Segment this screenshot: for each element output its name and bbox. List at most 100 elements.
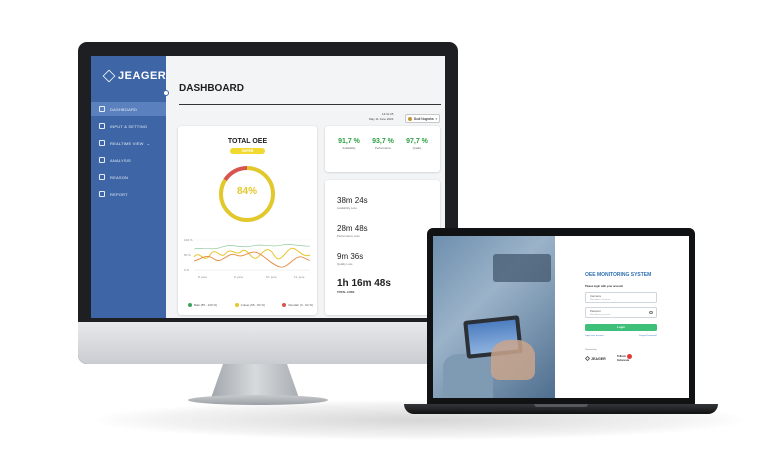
sidebar-nav: DASHBOARD INPUT & SETTING REALTIME VIEW … bbox=[91, 102, 166, 204]
legend-item-low: Rendah (0 - 64 %) bbox=[282, 303, 313, 307]
legend-item-fair: Cukup (65 - 84 %) bbox=[234, 303, 266, 307]
sidebar-item-realtime-view[interactable]: REALTIME VIEW ⌄ bbox=[91, 136, 166, 150]
user-name: Budi Nugraha bbox=[414, 116, 434, 121]
oee-metrics-card: 91,7 % Availability 93,7 % Performance 9… bbox=[325, 126, 440, 172]
settings-icon bbox=[99, 123, 105, 129]
availability-loss: 38m 24s Availability Loss bbox=[337, 196, 368, 210]
brand-logo[interactable]: JEAGER bbox=[102, 69, 167, 83]
legend-dot bbox=[188, 303, 192, 307]
password-placeholder: Masukkan password bbox=[590, 313, 610, 316]
login-subtitle: Please login with your account bbox=[585, 285, 624, 288]
bulb-icon bbox=[99, 157, 105, 163]
loss-label: Quality Loss bbox=[337, 261, 353, 266]
oee-trend-chart: 100 % 50 % 0 % 8. june 9. june 10. june … bbox=[184, 238, 311, 279]
trend-line-orange bbox=[193, 251, 311, 268]
login-screen: OEE MONITORING SYSTEM Please login with … bbox=[433, 236, 689, 398]
monitor-icon bbox=[99, 140, 105, 146]
dashboard-screen: JEAGER DASHBOARD INPUT & SETTING REALTIM… bbox=[91, 56, 445, 318]
datetime: 14:3x:25 May 11 June 2024 bbox=[369, 112, 393, 122]
loss-card: 38m 24s Availability Loss 28m 48s Perfor… bbox=[325, 180, 440, 315]
photo-hand bbox=[491, 340, 535, 380]
monitor-stand-neck bbox=[211, 364, 299, 398]
jeager-logo: JEAGER bbox=[585, 356, 606, 361]
oee-legend: Baik (85 - 100 %) Cukup (65 - 84 %) Rend… bbox=[188, 303, 313, 307]
oee-value: 84% bbox=[236, 186, 257, 197]
metric-label: Performance bbox=[374, 146, 391, 150]
title-divider bbox=[179, 104, 441, 105]
metric-value: 93,7 % bbox=[372, 138, 394, 145]
sidebar-collapse-toggle[interactable] bbox=[163, 90, 169, 96]
login-user-link[interactable]: Login user account bbox=[585, 335, 604, 337]
metric-label: Quality bbox=[412, 146, 422, 150]
monitor-chin bbox=[78, 322, 458, 364]
login-button[interactable]: Login bbox=[585, 324, 657, 331]
bar-chart-icon bbox=[99, 106, 105, 112]
jeager-logo-icon bbox=[102, 69, 116, 83]
metric-performance: 93,7 % Performance bbox=[365, 138, 401, 150]
photo-machine bbox=[493, 254, 551, 282]
oee-status-badge: SUPER bbox=[230, 148, 265, 154]
avatar bbox=[408, 116, 412, 121]
forgot-password-link[interactable]: Forgot Password? bbox=[639, 335, 657, 337]
login-panel: OEE MONITORING SYSTEM Please login with … bbox=[555, 236, 689, 398]
loss-value: 28m 48s bbox=[337, 224, 368, 233]
metric-value: 91,7 % bbox=[338, 138, 360, 145]
sidebar-item-label: DASHBOARD bbox=[110, 106, 138, 112]
loss-label: Performance Loss bbox=[337, 233, 360, 238]
powered-by-text: Powered by bbox=[585, 349, 597, 351]
sidebar-item-label: REALTIME VIEW bbox=[110, 140, 144, 146]
loss-value: 1h 16m 48s bbox=[337, 278, 391, 289]
sidebar-item-dashboard[interactable]: DASHBOARD bbox=[91, 102, 166, 116]
password-label: Password bbox=[590, 309, 601, 313]
user-menu[interactable]: Budi Nugraha ▾ bbox=[405, 114, 440, 123]
username-label: Username bbox=[590, 294, 602, 298]
username-field[interactable]: Username Masukkan username bbox=[585, 292, 657, 303]
legend-dot bbox=[234, 303, 239, 307]
sidebar-item-report[interactable]: REPORT bbox=[91, 187, 166, 201]
sidebar-item-label: INPUT & SETTING bbox=[110, 123, 148, 129]
login-links: Login user account Forgot Password? bbox=[585, 335, 657, 337]
sidebar-item-analysis[interactable]: ANALYSIS bbox=[91, 153, 166, 167]
sidebar-item-label: ANALYSIS bbox=[110, 157, 131, 163]
loss-value: 38m 24s bbox=[337, 196, 368, 205]
hero-photo bbox=[433, 236, 555, 398]
total-oee-card: TOTAL OEE SUPER 84% 100 % 50 % 0 % 8. ju… bbox=[178, 126, 317, 315]
chevron-down-icon: ⌄ bbox=[146, 140, 151, 146]
chevron-down-icon: ▾ bbox=[435, 116, 437, 121]
password-field[interactable]: Password Masukkan password bbox=[585, 307, 657, 318]
performance-loss: 28m 48s Performance Loss bbox=[337, 224, 368, 238]
sidebar: JEAGER DASHBOARD INPUT & SETTING REALTIM… bbox=[91, 56, 166, 318]
sidebar-item-reason[interactable]: REASON bbox=[91, 170, 166, 184]
eye-icon[interactable] bbox=[649, 311, 653, 314]
sidebar-item-label: REPORT bbox=[110, 191, 128, 197]
legend-label: Cukup (65 - 84 %) bbox=[240, 303, 266, 307]
metric-label: Availability bbox=[342, 146, 356, 150]
loss-label: TOTAL LOSS bbox=[337, 289, 355, 294]
brand-name: JEAGER bbox=[118, 70, 167, 82]
monitor-stand-base bbox=[188, 395, 328, 405]
y-tick-label: 50 % bbox=[184, 253, 191, 257]
telkom-logo: Telkom Indonesia bbox=[617, 354, 632, 362]
loss-value: 9m 36s bbox=[337, 252, 364, 261]
page-title: DASHBOARD bbox=[179, 83, 244, 94]
legend-item-good: Baik (85 - 100 %) bbox=[188, 303, 217, 307]
username-placeholder: Masukkan username bbox=[590, 298, 611, 301]
report-icon bbox=[99, 191, 105, 197]
x-tick-label: 9. june bbox=[234, 275, 243, 279]
date-text: May 11 June 2024 bbox=[369, 117, 394, 121]
sidebar-item-input-setting[interactable]: INPUT & SETTING bbox=[91, 119, 166, 133]
sidebar-item-label: REASON bbox=[110, 174, 129, 180]
loss-label: Availability Loss bbox=[337, 205, 357, 210]
login-title: OEE MONITORING SYSTEM bbox=[585, 272, 652, 278]
legend-label: Baik (85 - 100 %) bbox=[194, 303, 218, 307]
quality-loss: 9m 36s Quality Loss bbox=[337, 252, 363, 266]
y-tick-label: 100 % bbox=[184, 238, 193, 242]
metric-availability: 91,7 % Availability bbox=[331, 138, 367, 150]
photo-person bbox=[443, 354, 493, 398]
jeager-logo-icon bbox=[585, 356, 590, 361]
legend-dot bbox=[282, 303, 287, 307]
x-tick-label: 10. june bbox=[266, 275, 277, 279]
telkom-logo-text: Telkom bbox=[617, 355, 626, 359]
telkom-logo-subtext: Indonesia bbox=[617, 359, 630, 362]
x-tick-label: 8. june bbox=[198, 275, 207, 279]
